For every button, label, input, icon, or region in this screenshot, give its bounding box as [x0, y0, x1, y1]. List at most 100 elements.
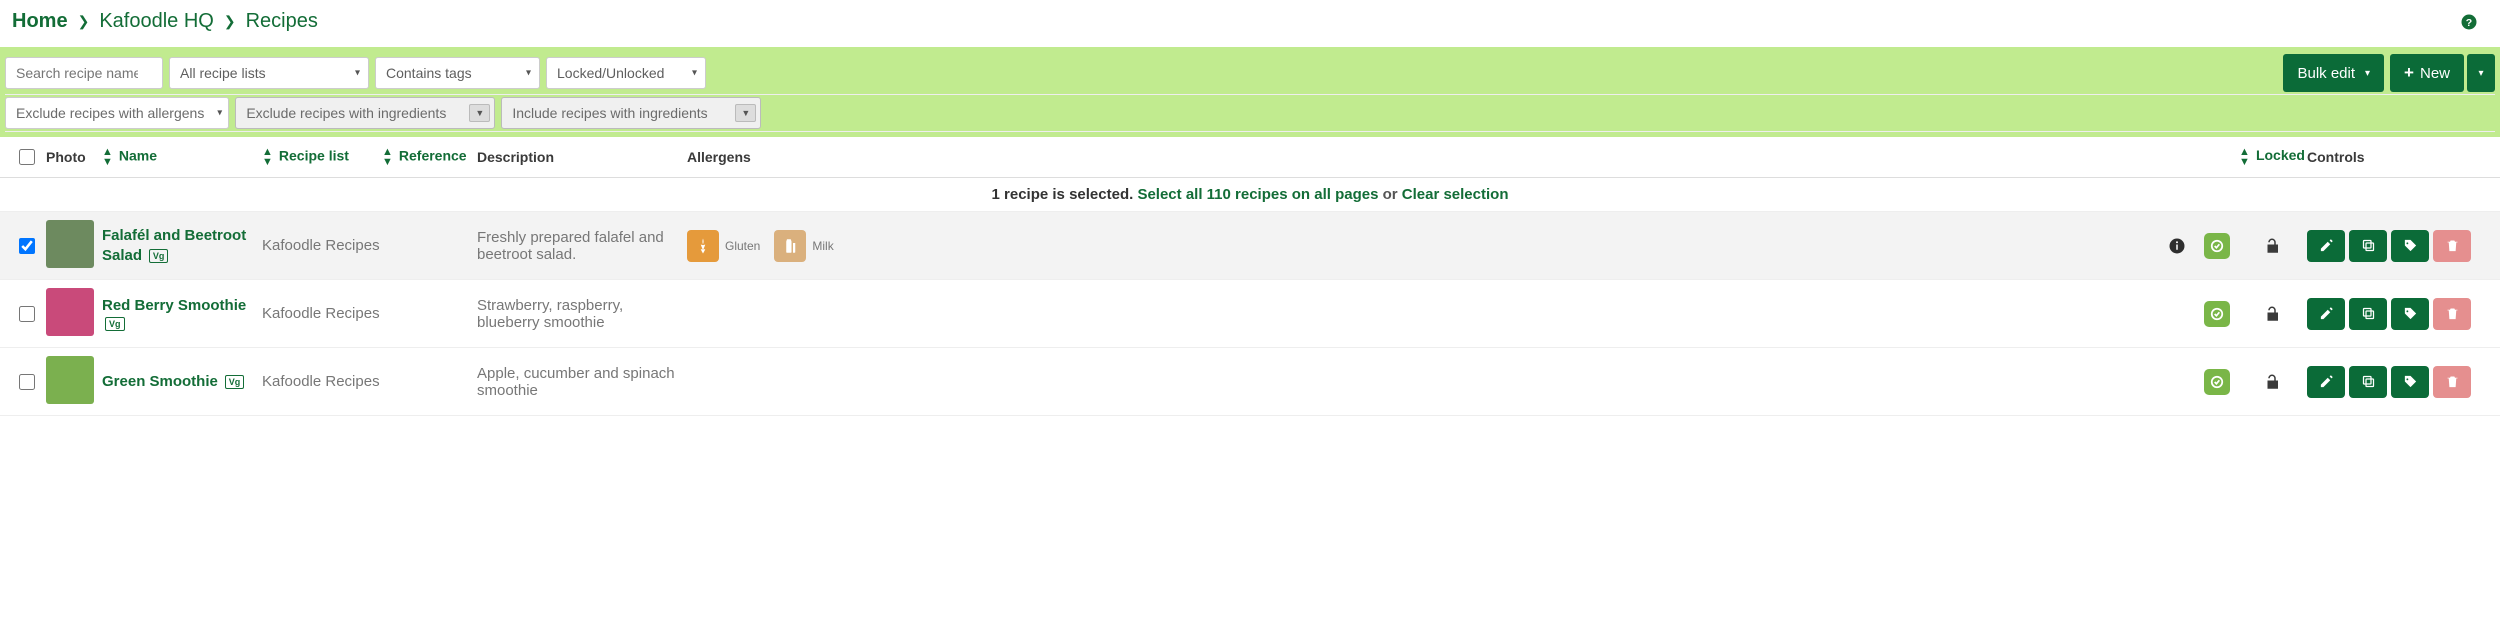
- filter-exclude-ingredients[interactable]: Exclude recipes with ingredients ▼: [235, 97, 495, 129]
- selection-or: or: [1383, 186, 1398, 203]
- chevron-down-icon: ▾: [355, 68, 360, 79]
- chevron-down-icon: ▼: [735, 104, 756, 122]
- row-checkbox[interactable]: [19, 238, 35, 254]
- recipe-list-value: Kafoodle Recipes: [262, 305, 380, 322]
- header-locked[interactable]: ▲▼Locked: [2237, 147, 2307, 167]
- allergen-label: Milk: [812, 239, 833, 253]
- svg-text:?: ?: [2466, 16, 2472, 28]
- header-photo: Photo: [46, 149, 86, 165]
- sort-icon: ▲▼: [262, 147, 273, 167]
- chevron-right-icon: ❯: [218, 13, 242, 30]
- unlock-icon[interactable]: [2263, 237, 2281, 255]
- row-checkbox[interactable]: [19, 374, 35, 390]
- sort-icon: ▲▼: [382, 147, 393, 167]
- tag-button[interactable]: [2391, 366, 2429, 398]
- bulk-edit-button[interactable]: Bulk edit ▾: [2283, 54, 2384, 92]
- delete-button[interactable]: [2433, 298, 2471, 330]
- header-recipe-list[interactable]: ▲▼Recipe list: [262, 147, 382, 167]
- filter-locked[interactable]: Locked/Unlocked ▾: [546, 57, 706, 89]
- status-badge: [2204, 301, 2230, 327]
- chevron-down-icon: ▾: [2365, 68, 2370, 79]
- recipe-photo[interactable]: [46, 356, 94, 404]
- breadcrumb: Home ❯ Kafoodle HQ ❯ Recipes ?: [0, 0, 2500, 47]
- recipe-photo[interactable]: [46, 220, 94, 268]
- filter-include-ingredients[interactable]: Include recipes with ingredients ▼: [501, 97, 761, 129]
- help-icon[interactable]: ?: [2460, 13, 2492, 31]
- status-badge: [2204, 369, 2230, 395]
- filter-exclude-ingredients-label: Exclude recipes with ingredients: [246, 105, 446, 121]
- filter-exclude-allergens[interactable]: Exclude recipes with allergens ▾: [5, 97, 229, 129]
- copy-button[interactable]: [2349, 298, 2387, 330]
- tag-button[interactable]: [2391, 298, 2429, 330]
- filter-locked-label: Locked/Unlocked: [557, 65, 664, 81]
- tag-button[interactable]: [2391, 230, 2429, 262]
- edit-button[interactable]: [2307, 366, 2345, 398]
- clear-selection-link[interactable]: Clear selection: [1402, 186, 1509, 203]
- chevron-down-icon: ▾: [692, 68, 697, 79]
- edit-button[interactable]: [2307, 298, 2345, 330]
- diet-badge: Vg: [225, 375, 245, 389]
- header-description: Description: [477, 149, 554, 165]
- selection-banner: 1 recipe is selected. Select all 110 rec…: [0, 178, 2500, 212]
- select-all-link[interactable]: Select all 110 recipes on all pages: [1137, 186, 1378, 203]
- bulk-edit-label: Bulk edit: [2297, 65, 2355, 82]
- selection-count: 1 recipe is selected.: [992, 186, 1134, 203]
- crumb-org[interactable]: Kafoodle HQ: [95, 10, 218, 33]
- filter-tags[interactable]: Contains tags ▾: [375, 57, 540, 89]
- header-controls: Controls: [2307, 149, 2365, 165]
- copy-button[interactable]: [2349, 366, 2387, 398]
- filter-recipe-lists-label: All recipe lists: [180, 65, 266, 81]
- table-row: Falafél and Beetroot Salad Vg Kafoodle R…: [0, 212, 2500, 280]
- table-header: Photo ▲▼Name ▲▼Recipe list ▲▼Reference D…: [0, 137, 2500, 178]
- recipe-description: Freshly prepared falafel and beetroot sa…: [477, 229, 664, 263]
- search-input[interactable]: [5, 57, 163, 89]
- delete-button[interactable]: [2433, 230, 2471, 262]
- new-button-dropdown[interactable]: ▾: [2467, 54, 2495, 92]
- table-row: Red Berry Smoothie Vg Kafoodle Recipes S…: [0, 280, 2500, 348]
- chevron-down-icon: ▾: [2478, 68, 2483, 79]
- milk-icon: [774, 230, 806, 262]
- diet-badge: Vg: [105, 317, 125, 331]
- header-allergens: Allergens: [687, 149, 751, 165]
- delete-button[interactable]: [2433, 366, 2471, 398]
- copy-button[interactable]: [2349, 230, 2387, 262]
- chevron-down-icon: ▾: [526, 68, 531, 79]
- select-all-checkbox[interactable]: [19, 149, 35, 165]
- crumb-home[interactable]: Home: [8, 10, 72, 33]
- recipe-list-value: Kafoodle Recipes: [262, 373, 380, 390]
- recipe-list-value: Kafoodle Recipes: [262, 237, 380, 254]
- sort-icon: ▲▼: [102, 147, 113, 167]
- filter-exclude-allergens-label: Exclude recipes with allergens: [16, 105, 204, 121]
- sort-icon: ▲▼: [2239, 147, 2250, 167]
- recipe-description: Apple, cucumber and spinach smoothie: [477, 365, 675, 399]
- chevron-right-icon: ❯: [72, 13, 96, 30]
- chevron-down-icon: ▼: [469, 104, 490, 122]
- diet-badge: Vg: [149, 249, 169, 263]
- header-reference[interactable]: ▲▼Reference: [382, 147, 477, 167]
- recipe-photo[interactable]: [46, 288, 94, 336]
- unlock-icon[interactable]: [2263, 305, 2281, 323]
- recipe-name-link[interactable]: Green Smoothie: [102, 373, 218, 390]
- plus-icon: +: [2404, 63, 2414, 83]
- header-name[interactable]: ▲▼Name: [102, 147, 262, 167]
- new-label: New: [2420, 65, 2450, 82]
- recipe-description: Strawberry, raspberry, blueberry smoothi…: [477, 297, 623, 331]
- gluten-icon: [687, 230, 719, 262]
- chevron-down-icon: ▾: [217, 108, 222, 119]
- new-button[interactable]: + New: [2390, 54, 2464, 92]
- filter-bar: All recipe lists ▾ Contains tags ▾ Locke…: [0, 47, 2500, 137]
- table-row: Green Smoothie Vg Kafoodle Recipes Apple…: [0, 348, 2500, 416]
- recipe-name-link[interactable]: Falafél and Beetroot Salad: [102, 227, 246, 264]
- unlock-icon[interactable]: [2263, 373, 2281, 391]
- filter-recipe-lists[interactable]: All recipe lists ▾: [169, 57, 369, 89]
- edit-button[interactable]: [2307, 230, 2345, 262]
- allergen-gluten: Gluten: [687, 230, 760, 262]
- filter-include-ingredients-label: Include recipes with ingredients: [512, 105, 707, 121]
- info-icon[interactable]: [2168, 237, 2186, 255]
- allergen-milk: Milk: [774, 230, 833, 262]
- row-checkbox[interactable]: [19, 306, 35, 322]
- crumb-page[interactable]: Recipes: [242, 10, 322, 33]
- status-badge: [2204, 233, 2230, 259]
- allergen-label: Gluten: [725, 239, 760, 253]
- recipe-name-link[interactable]: Red Berry Smoothie: [102, 297, 246, 314]
